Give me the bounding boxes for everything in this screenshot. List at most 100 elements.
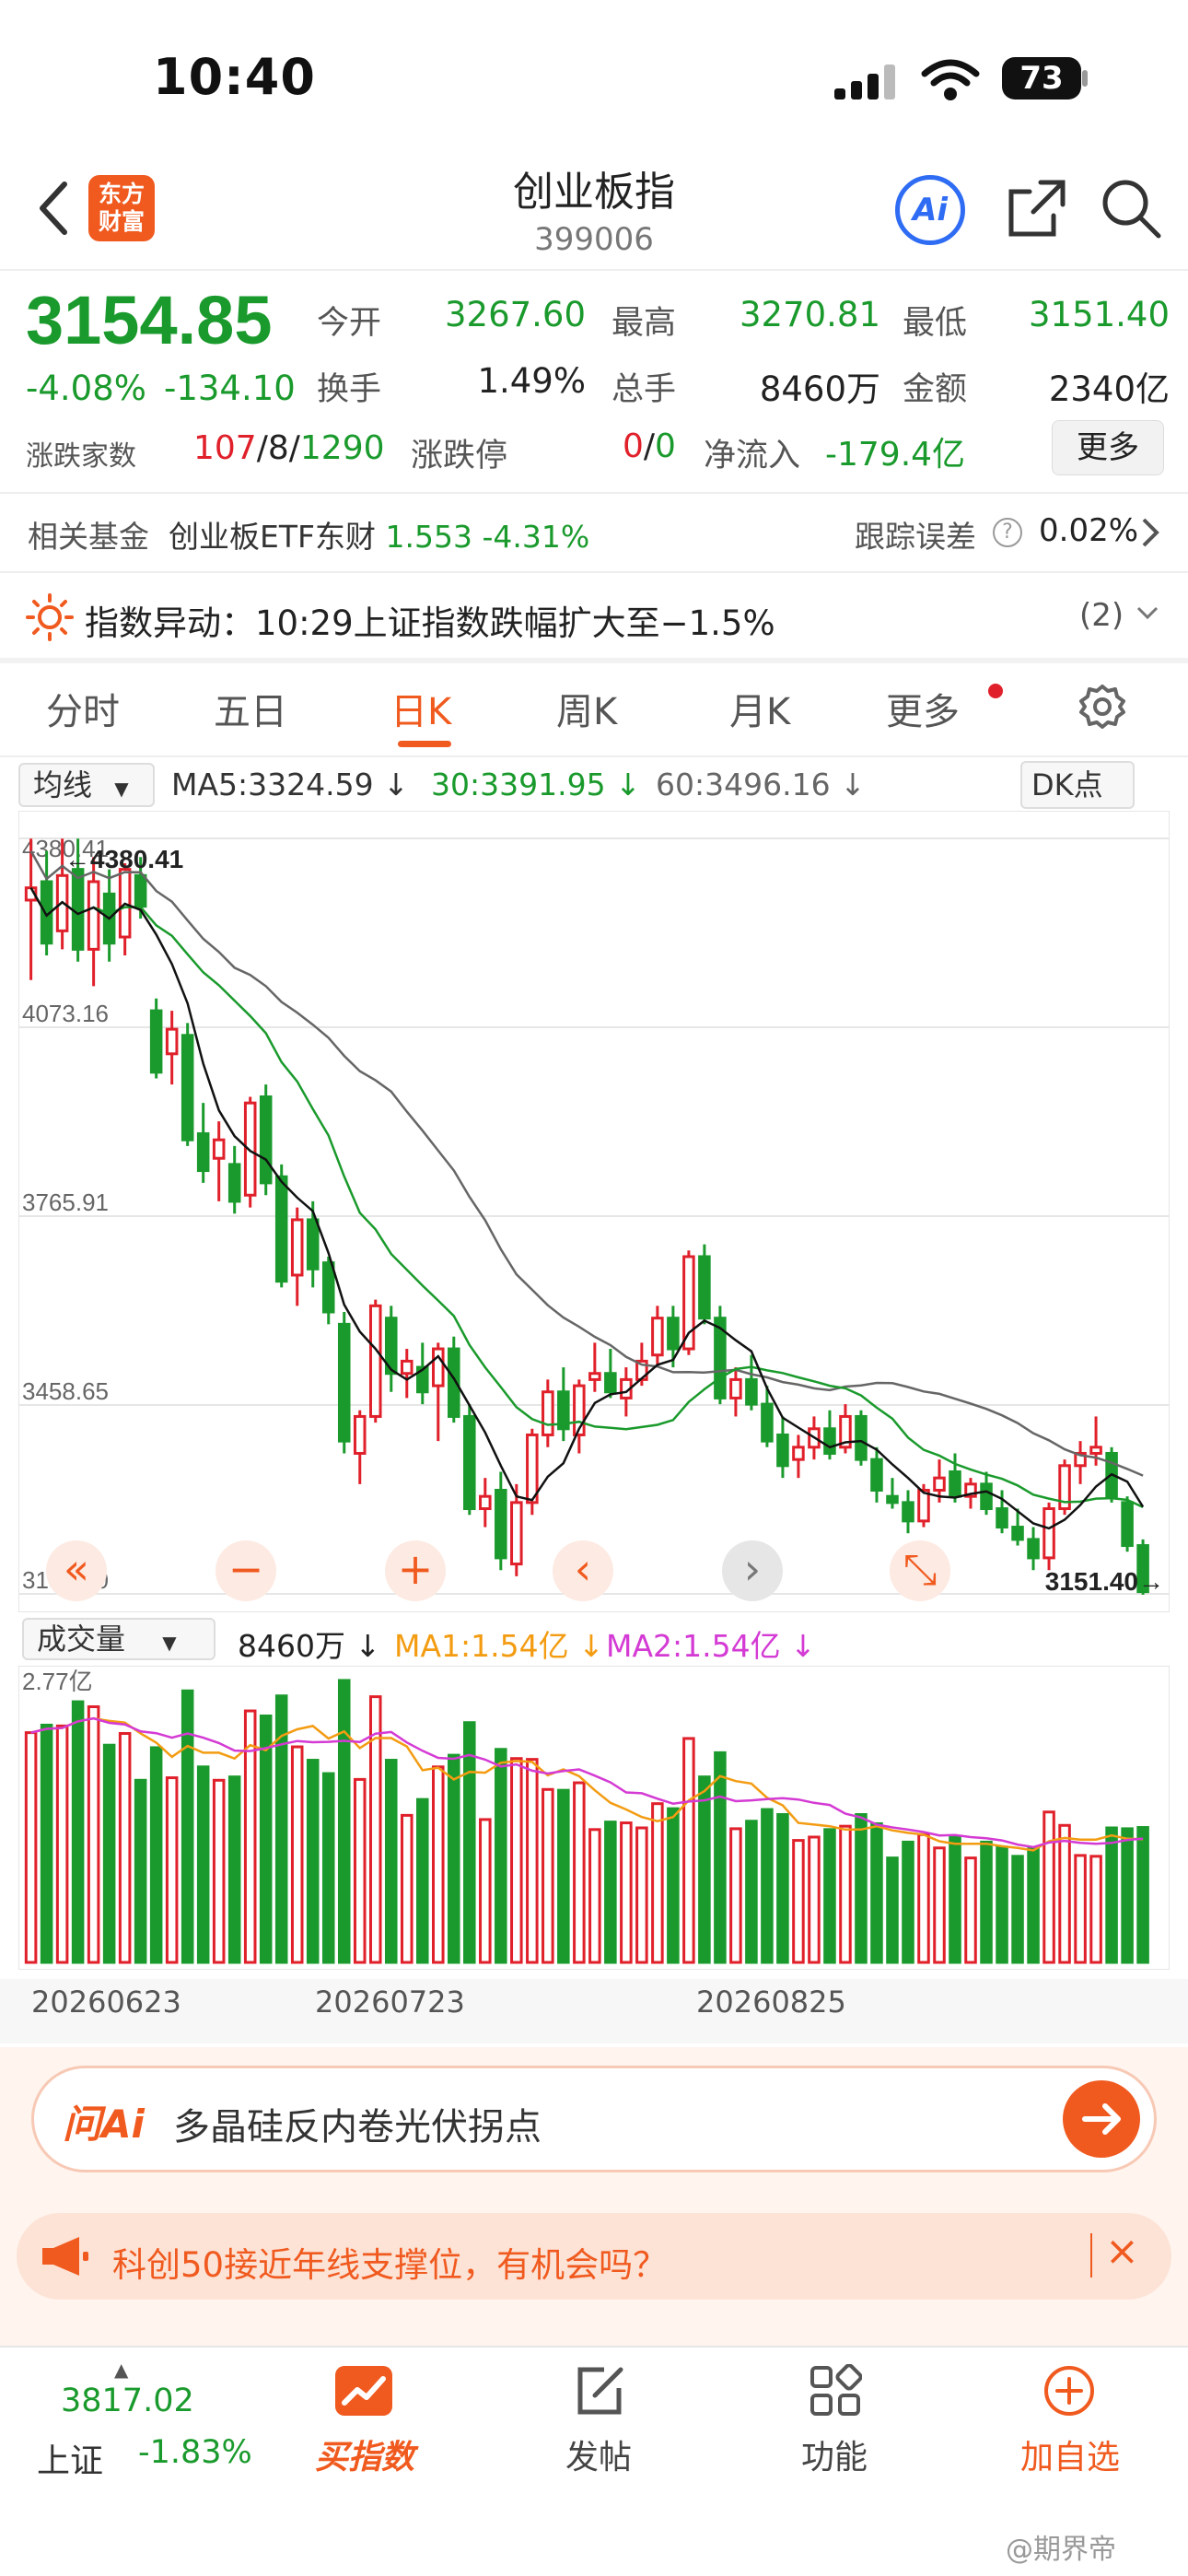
volume-bar-down bbox=[886, 1856, 899, 1964]
volume-label: 总手 bbox=[611, 371, 677, 408]
volume-bar-up bbox=[55, 1724, 69, 1964]
advance-decline-value: 107/8/1290 bbox=[193, 429, 385, 467]
share-icon bbox=[1008, 180, 1066, 237]
nav-buy-index[interactable]: 买指数 bbox=[282, 2430, 448, 2478]
candle-up bbox=[368, 1304, 382, 1418]
kline-chart[interactable]: 4380.414073.163765.913458.653151.40←4380… bbox=[17, 810, 1171, 1613]
settings-gear-icon[interactable] bbox=[1077, 682, 1127, 732]
volume-bar-down bbox=[980, 1840, 993, 1964]
volume-bar-up bbox=[165, 1776, 179, 1964]
volume-bar-down bbox=[745, 1820, 758, 1964]
candle-down bbox=[776, 1433, 789, 1468]
search-button[interactable] bbox=[1098, 175, 1164, 241]
add-circle-icon[interactable] bbox=[1042, 2364, 1096, 2418]
chevron-right-icon[interactable] bbox=[1140, 516, 1160, 553]
tab-more[interactable]: 更多 bbox=[886, 682, 960, 735]
nav-add-watchlist[interactable]: 加自选 bbox=[987, 2430, 1153, 2478]
volume-bar-up bbox=[24, 1731, 38, 1964]
volume-bar-down bbox=[1121, 1827, 1134, 1964]
volume-bar-down bbox=[102, 1743, 116, 1964]
volume-bar-down bbox=[902, 1840, 914, 1964]
fullscreen-button[interactable]: ⤡ bbox=[890, 1540, 950, 1601]
net-inflow-label: 净流入 bbox=[704, 438, 801, 474]
ai-submit-button[interactable] bbox=[1063, 2080, 1140, 2158]
candle-down bbox=[134, 873, 147, 908]
candle-down bbox=[71, 868, 85, 951]
volume-chart[interactable]: 2.77亿 bbox=[17, 1665, 1171, 1971]
volume-today: 8460万 ↓ bbox=[238, 1628, 381, 1664]
shanghai-index-change[interactable]: -1.83% bbox=[138, 2434, 252, 2471]
grid-apps-icon[interactable] bbox=[809, 2363, 863, 2418]
candle-down bbox=[996, 1507, 1008, 1529]
turnover-value: 1.49% bbox=[477, 361, 586, 401]
more-button[interactable]: 更多 bbox=[1052, 420, 1164, 475]
candle-down bbox=[149, 1009, 163, 1074]
zoom-out-button[interactable]: − bbox=[215, 1540, 276, 1601]
candle-down bbox=[306, 1218, 320, 1270]
volume-bar-up bbox=[839, 1824, 852, 1964]
volume-bar-down bbox=[495, 1748, 507, 1964]
volume-bar-down bbox=[1105, 1826, 1118, 1964]
volume-bar-up bbox=[588, 1828, 601, 1964]
divider bbox=[0, 571, 1188, 573]
indicator-selector[interactable]: 成交量 ▼ bbox=[22, 1618, 215, 1660]
candle-down bbox=[181, 1034, 194, 1142]
volume-bar-down bbox=[181, 1689, 194, 1964]
volume-bar-down bbox=[714, 1751, 727, 1964]
volume-bar-up bbox=[353, 1777, 367, 1964]
low-marker-label: 3151.40→ bbox=[1045, 1567, 1164, 1596]
help-icon[interactable]: ? bbox=[993, 518, 1022, 547]
candle-down bbox=[980, 1482, 993, 1511]
related-fund-row[interactable]: 相关基金 创业板ETF东财 1.553 -4.31% bbox=[28, 512, 589, 556]
close-icon[interactable]: × bbox=[1105, 2228, 1139, 2275]
candle-up bbox=[1089, 1446, 1102, 1455]
tab-intraday[interactable]: 分时 bbox=[46, 682, 120, 735]
divider bbox=[0, 492, 1188, 494]
candle-up bbox=[651, 1317, 664, 1357]
bulb-icon bbox=[26, 593, 74, 641]
nav-post[interactable]: 发帖 bbox=[516, 2430, 681, 2478]
volume-bar-up bbox=[1089, 1855, 1102, 1964]
tab-five-day[interactable]: 五日 bbox=[214, 682, 287, 735]
chevron-down-icon[interactable] bbox=[1135, 604, 1160, 626]
fund-change: -4.31% bbox=[482, 519, 590, 555]
tab-daily-k[interactable]: 日K bbox=[390, 682, 451, 735]
index-alert[interactable]: 指数异动：10:29上证指数跌幅扩大至−1.5% bbox=[85, 595, 775, 645]
ma-selector-label: 均线 bbox=[33, 767, 93, 802]
tab-weekly-k[interactable]: 周K bbox=[556, 682, 617, 735]
zoom-in-button[interactable]: + bbox=[385, 1540, 446, 1601]
candle-up bbox=[479, 1494, 492, 1511]
share-button[interactable] bbox=[1004, 175, 1070, 241]
vol-ma1-value: MA1:1.54亿 ↓ bbox=[394, 1628, 604, 1664]
shanghai-index-name[interactable]: 上证 bbox=[37, 2434, 103, 2482]
buy-index-icon[interactable] bbox=[335, 2366, 392, 2416]
tab-monthly-k[interactable]: 月K bbox=[729, 682, 790, 735]
low-label: 最低 bbox=[903, 305, 968, 342]
divider bbox=[0, 755, 1188, 757]
wifi-icon bbox=[921, 57, 980, 103]
nav-functions[interactable]: 功能 bbox=[751, 2430, 917, 2478]
ai-assistant-button[interactable]: Ai bbox=[895, 175, 965, 245]
net-inflow-value: -179.4亿 bbox=[825, 436, 966, 474]
signal-icon bbox=[833, 61, 906, 101]
dk-label: DK点 bbox=[1031, 767, 1103, 802]
ai-prompt[interactable]: 多晶硅反内卷光伏拐点 bbox=[173, 2097, 542, 2150]
alert-label: 指数异动： bbox=[85, 603, 255, 643]
volume-bar-down bbox=[416, 1797, 429, 1964]
scroll-to-start-button[interactable]: « bbox=[46, 1540, 107, 1601]
change-percent: -4.08% bbox=[26, 369, 146, 408]
volume-bar-down bbox=[855, 1812, 868, 1964]
limit-label: 涨跌停 bbox=[411, 438, 508, 474]
candle-down bbox=[667, 1317, 680, 1351]
volume-bar-down bbox=[949, 1834, 961, 1964]
ma-selector[interactable]: 均线 ▼ bbox=[18, 763, 155, 807]
divider bbox=[0, 658, 1188, 663]
dk-points-button[interactable]: DK点 bbox=[1020, 761, 1135, 809]
volume-bar-up bbox=[212, 1778, 226, 1964]
volume-bar-up bbox=[964, 1856, 977, 1964]
scroll-right-button[interactable]: › bbox=[722, 1540, 783, 1601]
shanghai-index-price[interactable]: 3817.02 bbox=[61, 2383, 194, 2419]
volume-bar-down bbox=[1027, 1847, 1040, 1964]
scroll-left-button[interactable]: ‹ bbox=[553, 1540, 613, 1601]
compose-icon[interactable] bbox=[573, 2364, 626, 2418]
